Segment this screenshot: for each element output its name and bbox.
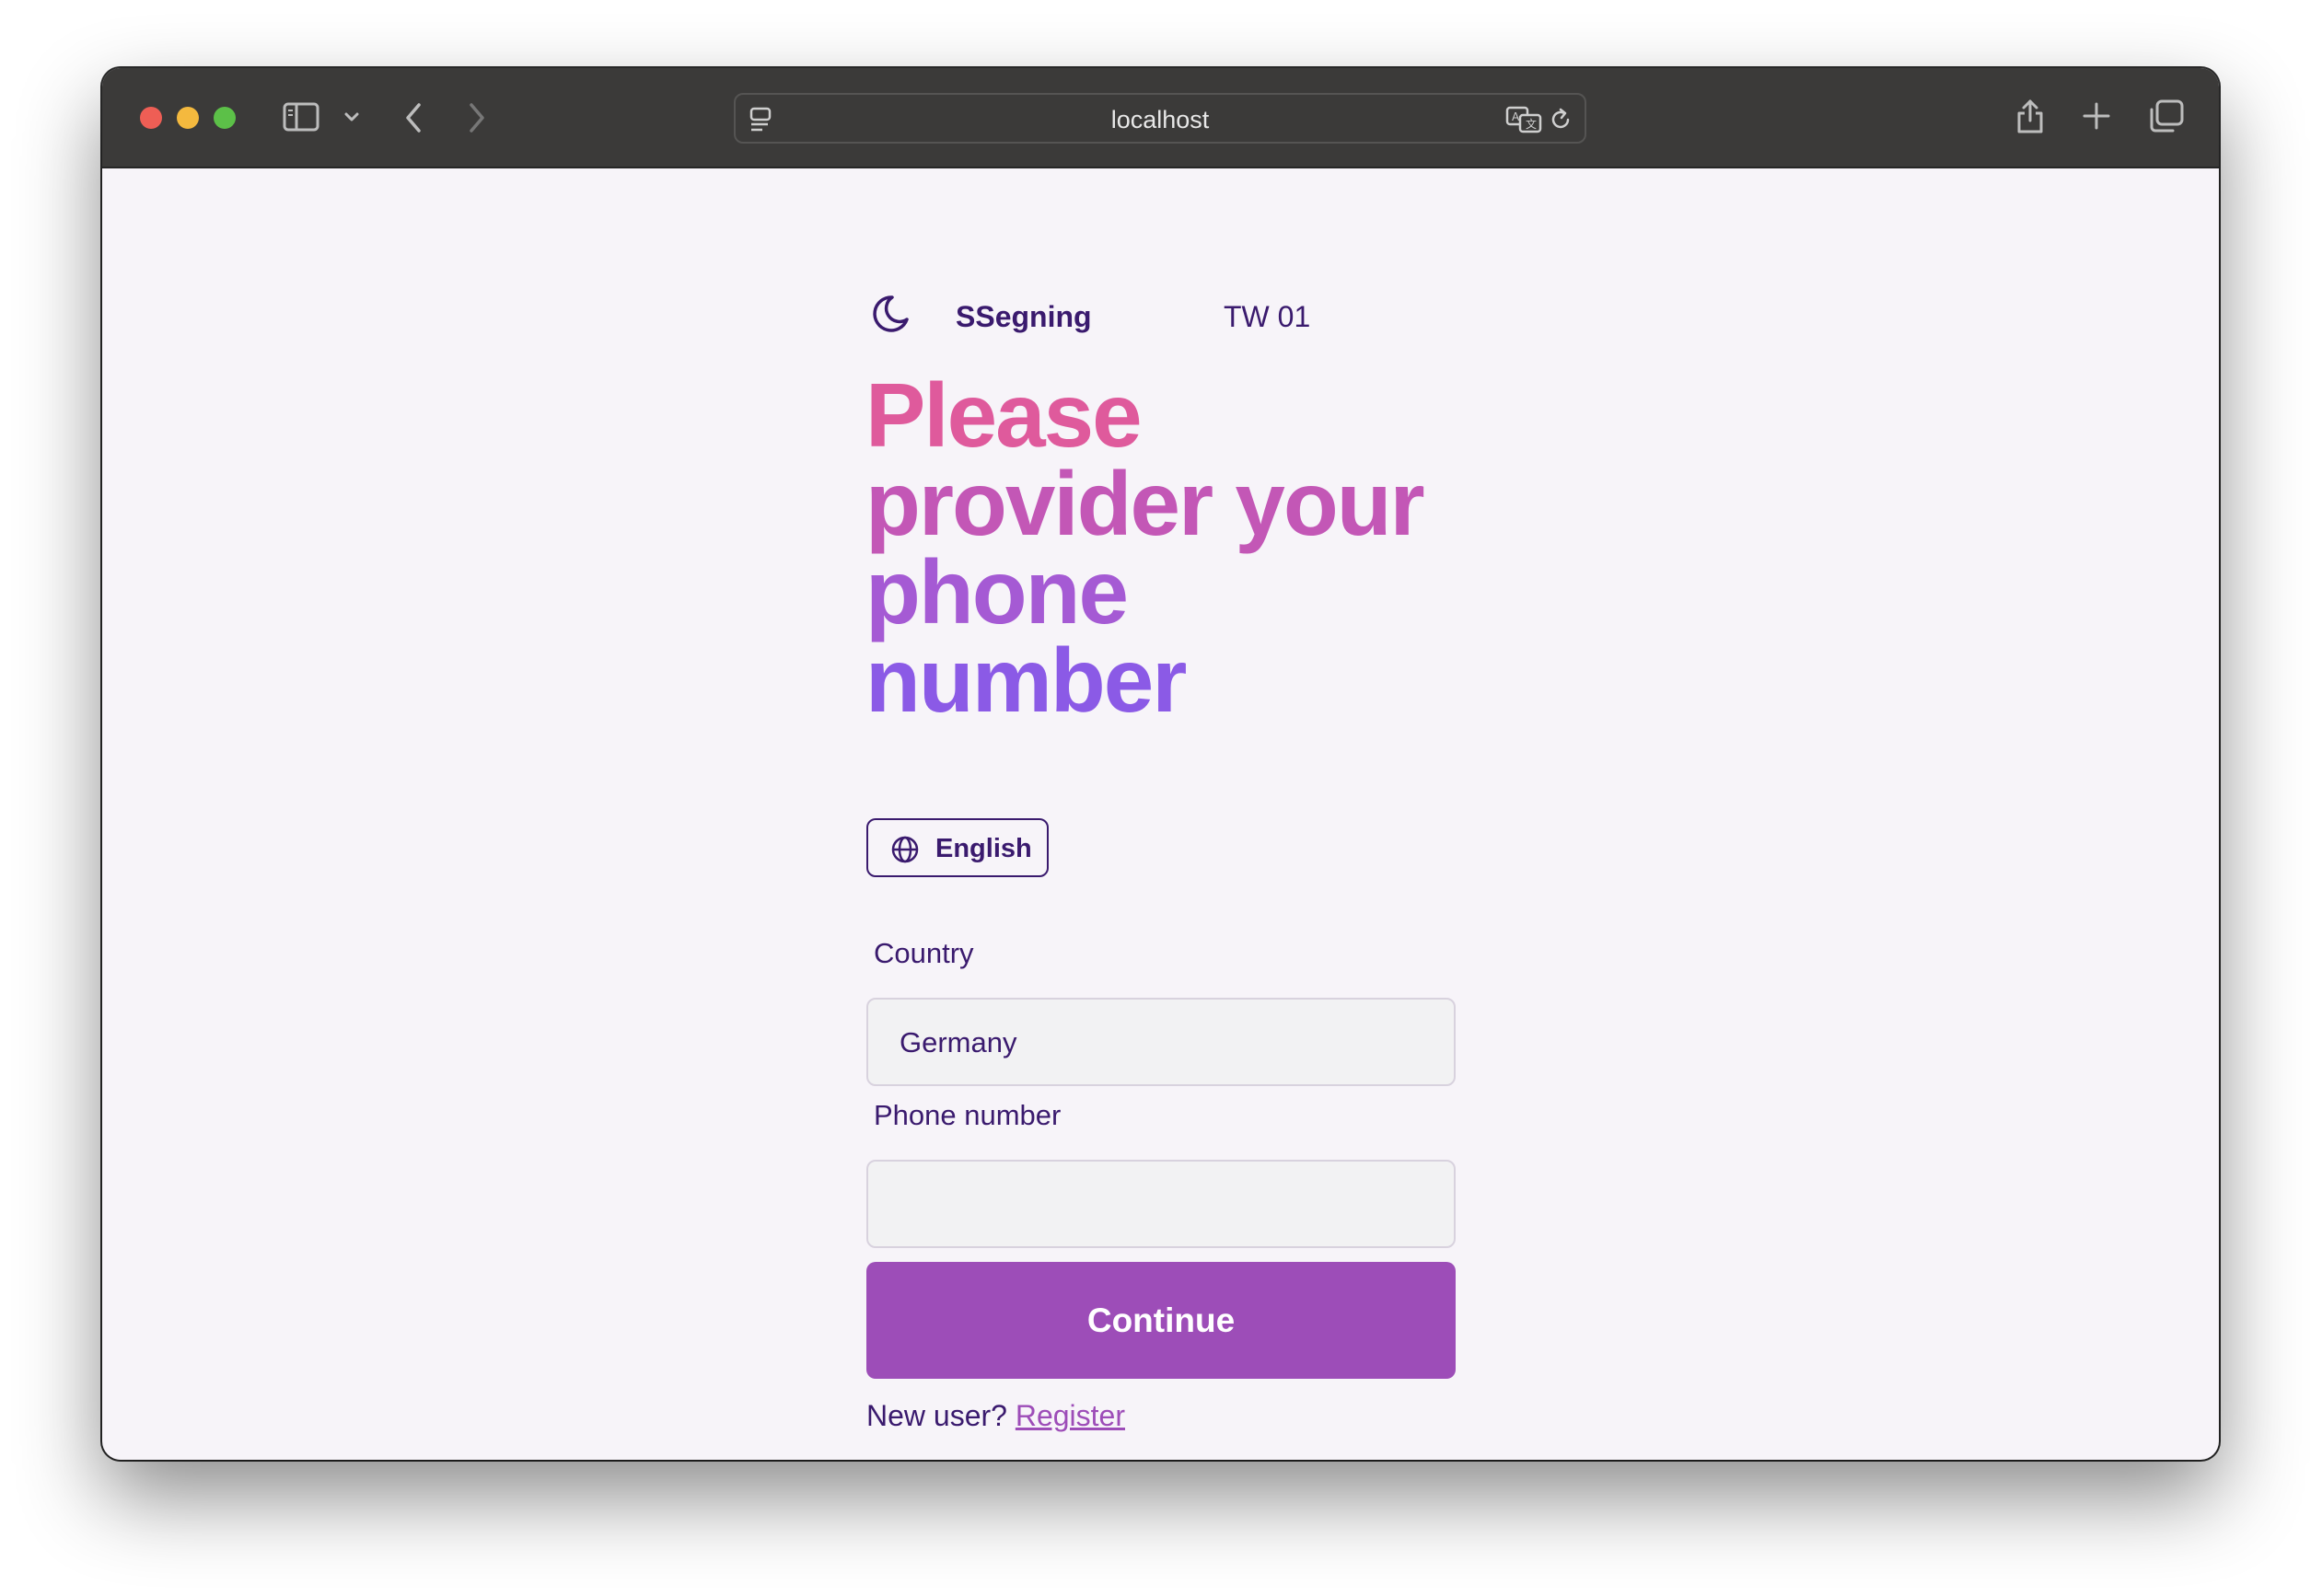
phone-number-label: Phone number bbox=[874, 1099, 1062, 1131]
language-label: English bbox=[935, 834, 1032, 863]
title-line: phone bbox=[865, 541, 1129, 642]
minimize-window-button[interactable] bbox=[177, 107, 199, 129]
globe-icon bbox=[890, 835, 920, 869]
browser-toolbar: localhost A文 bbox=[102, 68, 2219, 168]
phone-number-input[interactable] bbox=[866, 1160, 1456, 1248]
title-line: Please bbox=[865, 364, 1143, 466]
translate-icon[interactable]: A文 bbox=[1505, 106, 1542, 133]
page-content: SSegning TW 01 Please provider your phon… bbox=[102, 168, 2219, 1460]
svg-text:文: 文 bbox=[1526, 117, 1537, 131]
svg-text:A: A bbox=[1512, 110, 1520, 123]
continue-button[interactable]: Continue bbox=[866, 1262, 1456, 1379]
forward-arrow-icon[interactable] bbox=[466, 101, 488, 134]
share-icon[interactable] bbox=[2014, 97, 2046, 135]
title-line: provider your bbox=[865, 453, 1425, 554]
page-title: Please provider your phone number bbox=[865, 364, 1510, 731]
sidebar-icon[interactable] bbox=[283, 101, 319, 133]
moon-icon[interactable] bbox=[866, 292, 912, 342]
tab-overview-icon[interactable] bbox=[2148, 98, 2185, 133]
brand-name: SSegning bbox=[956, 300, 1092, 333]
new-user-text: New user? bbox=[866, 1399, 1007, 1432]
country-label: Country bbox=[874, 937, 974, 969]
country-value: Germany bbox=[900, 1026, 1017, 1058]
language-selector-button[interactable]: English bbox=[866, 818, 1049, 877]
reload-icon[interactable] bbox=[1548, 107, 1573, 133]
browser-window: localhost A文 SSegning TW 01 Please provi… bbox=[102, 68, 2219, 1460]
brand-subtitle: TW 01 bbox=[1224, 300, 1311, 333]
maximize-window-button[interactable] bbox=[214, 107, 236, 129]
back-arrow-icon[interactable] bbox=[402, 101, 424, 134]
address-url: localhost bbox=[1110, 106, 1210, 133]
title-line: number bbox=[865, 630, 1187, 731]
register-prompt: New user? Register bbox=[866, 1399, 1125, 1433]
country-select[interactable]: Germany bbox=[866, 998, 1456, 1086]
chevron-down-icon[interactable] bbox=[343, 110, 360, 123]
new-tab-icon[interactable] bbox=[2082, 101, 2111, 131]
address-bar[interactable]: localhost A文 bbox=[734, 93, 1586, 144]
close-window-button[interactable] bbox=[140, 107, 162, 129]
register-link[interactable]: Register bbox=[1016, 1399, 1125, 1432]
